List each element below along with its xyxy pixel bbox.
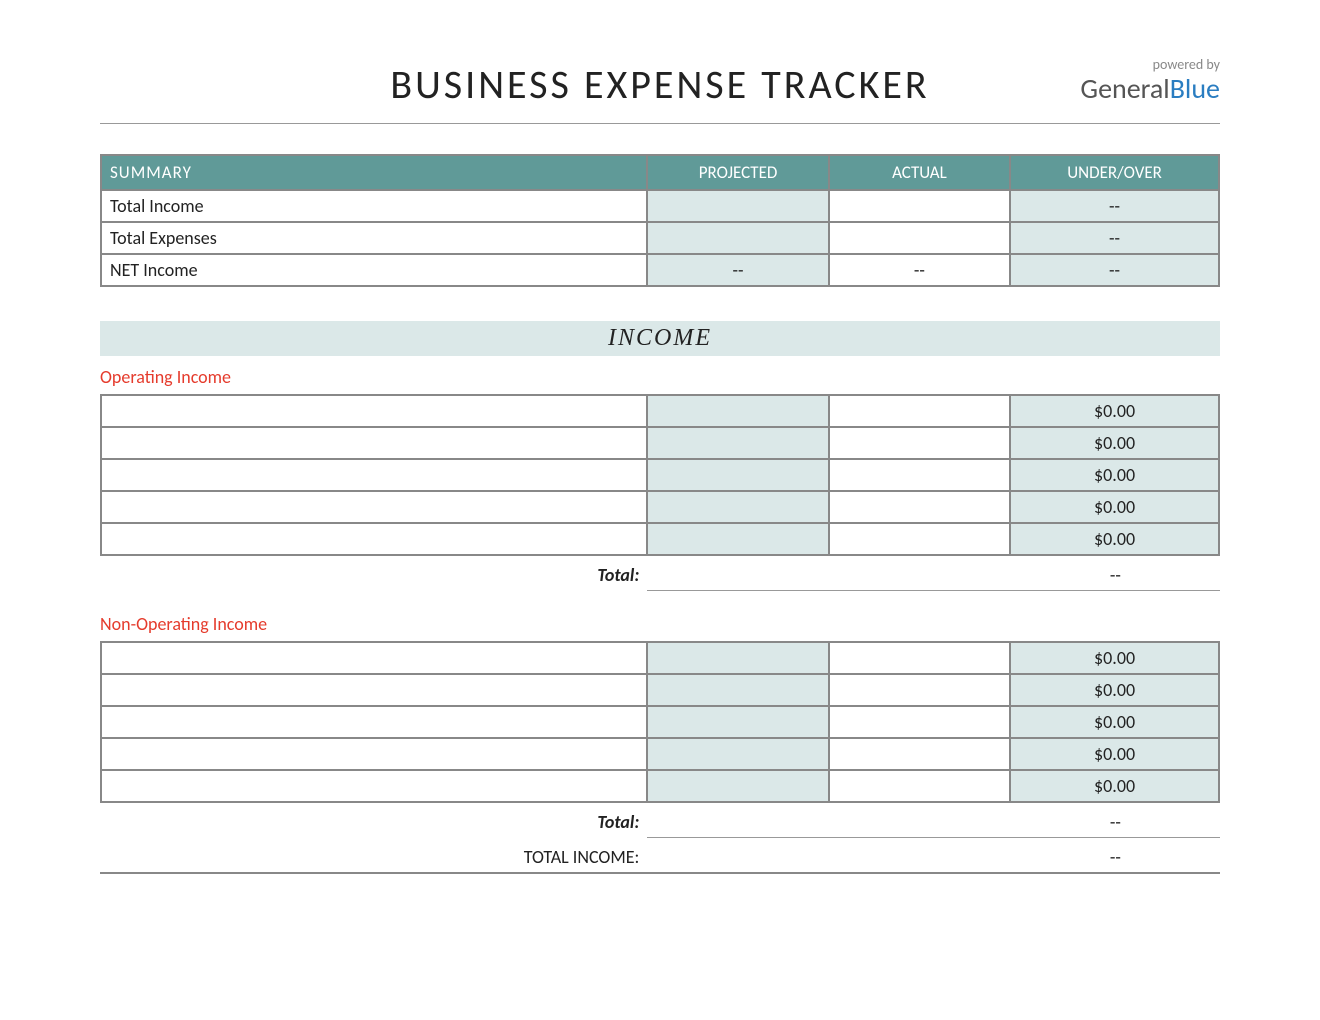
summary-cell-underover: -- [1010,222,1219,254]
table-row: $0.00 [101,642,1219,674]
operating-cell-underover: $0.00 [1010,427,1219,459]
operating-cell-actual[interactable] [829,459,1010,491]
nonoperating-total-blank [647,807,829,838]
nonoperating-cell-projected[interactable] [647,674,828,706]
summary-row: NET Income -- -- -- [101,254,1219,286]
total-income-blank [829,842,1011,873]
table-row: $0.00 [101,395,1219,427]
income-section-title: INCOME [100,321,1220,356]
brand-logo: powered by GeneralBlue [1080,56,1220,106]
summary-header-label: SUMMARY [101,155,647,190]
table-row: $0.00 [101,674,1219,706]
operating-cell-underover: $0.00 [1010,459,1219,491]
summary-cell-projected[interactable] [647,222,828,254]
summary-cell-actual: -- [829,254,1010,286]
nonoperating-total-value: -- [1011,807,1220,838]
summary-row: Total Expenses -- [101,222,1219,254]
nonoperating-income-table: $0.00$0.00$0.00$0.00$0.00 [100,641,1220,803]
nonoperating-cell-desc[interactable] [101,706,647,738]
nonoperating-cell-projected[interactable] [647,738,828,770]
summary-cell-actual[interactable] [829,190,1010,222]
header: BUSINESS EXPENSE TRACKER powered by Gene… [100,60,1220,124]
nonoperating-cell-underover: $0.00 [1010,770,1219,802]
nonoperating-cell-underover: $0.00 [1010,674,1219,706]
summary-cell-projected: -- [647,254,828,286]
summary-cell-underover: -- [1010,254,1219,286]
operating-cell-desc[interactable] [101,427,647,459]
nonoperating-cell-underover: $0.00 [1010,642,1219,674]
total-income-row: TOTAL INCOME: -- [100,842,1220,874]
nonoperating-cell-desc[interactable] [101,642,647,674]
table-row: $0.00 [101,738,1219,770]
operating-cell-projected[interactable] [647,491,828,523]
summary-cell-underover: -- [1010,190,1219,222]
summary-cell-actual[interactable] [829,222,1010,254]
total-income-value: -- [1011,842,1220,873]
summary-header-actual: ACTUAL [829,155,1010,190]
summary-header-underover: UNDER/OVER [1010,155,1219,190]
logo-general: General [1080,71,1169,106]
operating-income-table: $0.00$0.00$0.00$0.00$0.00 [100,394,1220,556]
nonoperating-cell-projected[interactable] [647,642,828,674]
operating-total-value: -- [1011,560,1220,591]
logo-blue: Blue [1170,71,1220,106]
nonoperating-cell-desc[interactable] [101,770,647,802]
table-row: $0.00 [101,491,1219,523]
operating-cell-underover: $0.00 [1010,395,1219,427]
nonoperating-cell-actual[interactable] [829,706,1010,738]
operating-cell-projected[interactable] [647,395,828,427]
summary-row: Total Income -- [101,190,1219,222]
summary-header-row: SUMMARY PROJECTED ACTUAL UNDER/OVER [101,155,1219,190]
table-row: $0.00 [101,523,1219,555]
summary-row-label: Total Expenses [101,222,647,254]
nonoperating-cell-actual[interactable] [829,770,1010,802]
nonoperating-cell-projected[interactable] [647,706,828,738]
operating-cell-actual[interactable] [829,395,1010,427]
operating-income-heading: Operating Income [100,366,1220,388]
operating-cell-desc[interactable] [101,491,647,523]
operating-cell-projected[interactable] [647,459,828,491]
operating-cell-underover: $0.00 [1010,491,1219,523]
operating-cell-actual[interactable] [829,523,1010,555]
operating-cell-desc[interactable] [101,459,647,491]
operating-cell-actual[interactable] [829,427,1010,459]
nonoperating-total-label: Total: [100,807,647,838]
summary-row-label: NET Income [101,254,647,286]
nonoperating-cell-underover: $0.00 [1010,738,1219,770]
nonoperating-income-heading: Non-Operating Income [100,613,1220,635]
nonoperating-total-blank [829,807,1011,838]
total-income-label: TOTAL INCOME: [100,842,647,873]
nonoperating-cell-actual[interactable] [829,674,1010,706]
operating-total-row: Total: -- [100,560,1220,591]
total-income-blank [647,842,829,873]
summary-table: SUMMARY PROJECTED ACTUAL UNDER/OVER Tota… [100,154,1220,287]
operating-cell-desc[interactable] [101,395,647,427]
operating-total-blank [829,560,1011,591]
nonoperating-total-row: Total: -- [100,807,1220,838]
summary-cell-projected[interactable] [647,190,828,222]
table-row: $0.00 [101,706,1219,738]
table-row: $0.00 [101,770,1219,802]
operating-total-blank [647,560,829,591]
table-row: $0.00 [101,459,1219,491]
nonoperating-cell-desc[interactable] [101,674,647,706]
logo-text: GeneralBlue [1080,71,1220,106]
nonoperating-cell-projected[interactable] [647,770,828,802]
page-title: BUSINESS EXPENSE TRACKER [100,60,1220,109]
summary-row-label: Total Income [101,190,647,222]
operating-cell-projected[interactable] [647,523,828,555]
nonoperating-cell-actual[interactable] [829,738,1010,770]
operating-cell-desc[interactable] [101,523,647,555]
operating-cell-underover: $0.00 [1010,523,1219,555]
operating-cell-actual[interactable] [829,491,1010,523]
summary-header-projected: PROJECTED [647,155,828,190]
operating-cell-projected[interactable] [647,427,828,459]
nonoperating-cell-actual[interactable] [829,642,1010,674]
operating-total-label: Total: [100,560,647,591]
table-row: $0.00 [101,427,1219,459]
nonoperating-cell-desc[interactable] [101,738,647,770]
nonoperating-cell-underover: $0.00 [1010,706,1219,738]
